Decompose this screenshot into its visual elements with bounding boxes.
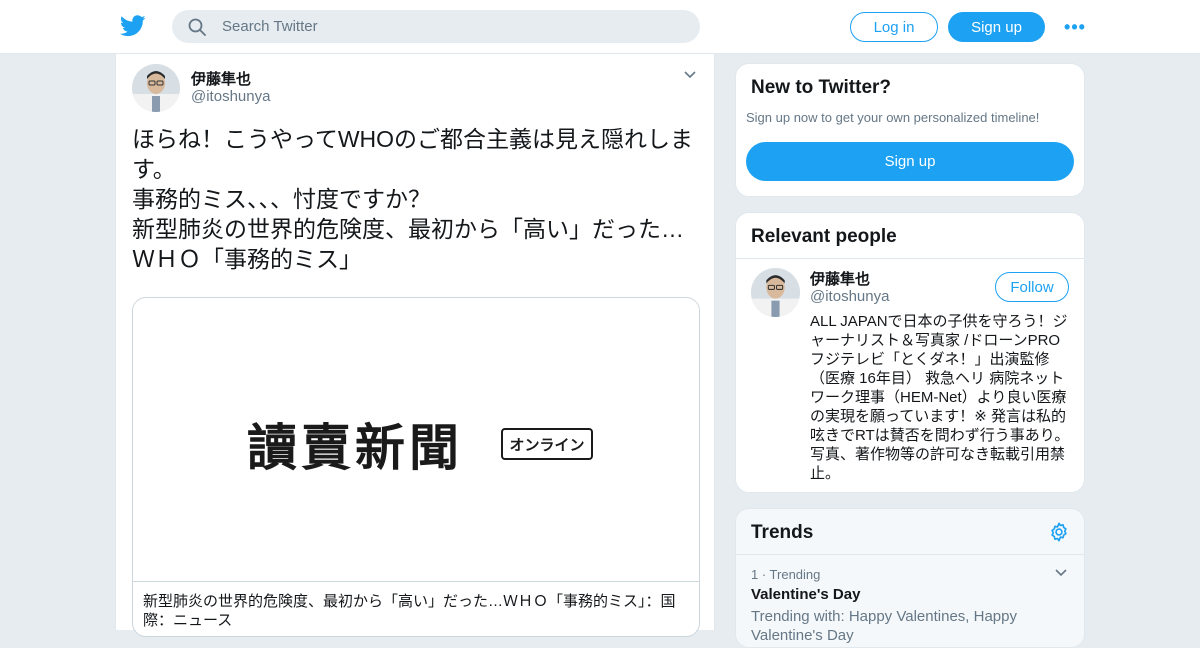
chevron-down-icon[interactable]: [1054, 567, 1068, 579]
more-options-icon[interactable]: •••: [1062, 17, 1088, 37]
trends-title: Trends: [751, 522, 814, 543]
twitter-bird-icon[interactable]: [120, 14, 146, 38]
tweet-text: ほらね！こうやってWHOのご都合主義は見え隠れします。 事務的ミス、、、忖度です…: [132, 126, 694, 272]
new-to-twitter-panel: New to Twitter? Sign up now to get your …: [735, 63, 1085, 197]
person-avatar[interactable]: [751, 268, 800, 317]
card-title[interactable]: 新型肺炎の世界的危険度、最初から「高い」だった…ＷＨＯ「事務的ミス」：国際：ニュ…: [143, 592, 689, 630]
author-handle[interactable]: @itoshunya: [191, 88, 270, 105]
gear-icon[interactable]: [1048, 521, 1070, 543]
top-navigation-bar: Log in Sign up •••: [0, 0, 1200, 54]
divider: [736, 258, 1084, 259]
author-name[interactable]: 伊藤隼也: [191, 68, 251, 89]
avatar-portrait-icon: [751, 268, 800, 317]
search-input[interactable]: [222, 10, 682, 43]
login-button[interactable]: Log in: [850, 12, 938, 42]
search-box[interactable]: [172, 10, 700, 43]
chevron-down-icon[interactable]: [682, 68, 698, 82]
newspaper-logo-badge: オンライン: [501, 428, 593, 460]
link-card[interactable]: 讀賣新聞 オンライン 新型肺炎の世界的危険度、最初から「高い」だった…ＷＨＯ「事…: [132, 297, 700, 637]
new-to-twitter-title: New to Twitter?: [751, 77, 892, 98]
signup-button[interactable]: Sign up: [948, 12, 1045, 42]
divider: [736, 554, 1084, 555]
person-name[interactable]: 伊藤隼也: [810, 268, 870, 289]
trend-rank: 1 · Trending: [751, 567, 821, 582]
trends-panel: Trends 1 · Trending Valentine's Day Tren…: [735, 508, 1085, 648]
follow-button[interactable]: Follow: [995, 272, 1069, 302]
tweet-detail: 伊藤隼也 @itoshunya ほらね！こうやってWHOのご都合主義は見え隠れし…: [115, 54, 715, 637]
person-bio: ALL JAPANで日本の子供を守ろう！ジャーナリスト＆写真家 /ドローンPRO…: [810, 313, 1070, 482]
signup-panel-button[interactable]: Sign up: [746, 142, 1074, 181]
trend-related: Trending with: Happy Valentines, Happy V…: [751, 608, 1017, 644]
relevant-people-panel: Relevant people 伊藤隼也 @itoshunya Follow A…: [735, 212, 1085, 493]
relevant-people-title: Relevant people: [751, 226, 897, 247]
author-avatar[interactable]: [132, 64, 180, 112]
card-image: 讀賣新聞 オンライン: [133, 298, 699, 582]
trend-name[interactable]: Valentine's Day: [751, 586, 860, 603]
avatar-portrait-icon: [132, 64, 180, 112]
newspaper-logo: 讀賣新聞: [247, 418, 463, 477]
person-handle[interactable]: @itoshunya: [810, 288, 889, 305]
new-to-twitter-subtitle: Sign up now to get your own personalized…: [746, 110, 1040, 125]
search-icon: [188, 18, 206, 36]
